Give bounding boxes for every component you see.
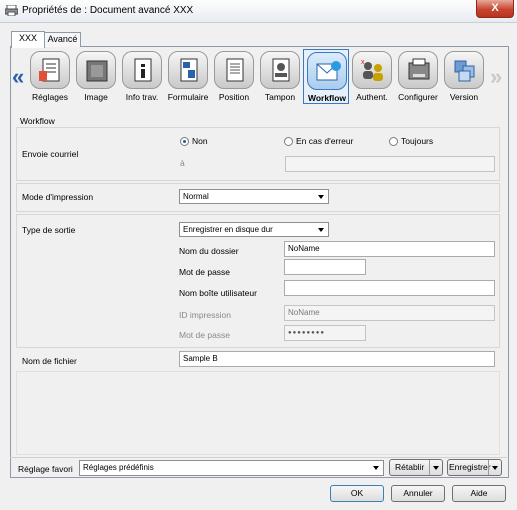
print-mode-select[interactable]: Normal <box>179 189 329 204</box>
tab-xxx[interactable]: XXX <box>11 31 45 48</box>
printer-icon <box>398 51 438 89</box>
position-icon <box>214 51 254 89</box>
stamp-icon <box>260 51 300 89</box>
email-radio-non[interactable] <box>180 137 189 146</box>
email-to-label: à <box>180 158 185 168</box>
email-label: Envoie courriel <box>22 149 79 159</box>
help-button[interactable]: Aide <box>452 485 506 502</box>
info-icon <box>122 51 162 89</box>
email-option-error: En cas d'erreur <box>296 136 354 146</box>
scroll-left-arrow[interactable]: « <box>12 64 24 90</box>
title-bar: Propriétés de : Document avancé XXX X <box>0 0 517 23</box>
chevron-down-icon <box>318 195 324 199</box>
email-to-field[interactable] <box>285 156 495 172</box>
password-field[interactable] <box>284 259 366 275</box>
print-id-label: ID impression <box>179 310 231 320</box>
folder-field[interactable]: NoName <box>284 241 495 257</box>
printer-title-icon <box>5 5 18 16</box>
print-password-field[interactable]: ●●●●●●●● <box>284 325 366 341</box>
favorites-value: Réglages prédéfinis <box>83 463 154 472</box>
cancel-button[interactable]: Annuler <box>391 485 445 502</box>
folder-label: Nom du dossier <box>179 246 239 256</box>
filename-label: Nom de fichier <box>22 356 77 366</box>
chevron-down-icon <box>318 228 324 232</box>
favorites-label: Réglage favori <box>18 464 73 474</box>
restore-button[interactable]: Rétablir <box>389 459 443 476</box>
toolbar-label: Version <box>449 92 479 102</box>
toolbar-tampon[interactable]: Tampon <box>257 49 303 104</box>
tab-avance[interactable]: Avancé <box>44 32 81 47</box>
userbox-label: Nom boîte utilisateur <box>179 288 257 298</box>
scroll-right-arrow[interactable]: » <box>490 64 502 90</box>
save-favorite-label: Enregistrer <box>449 462 491 472</box>
chevron-down-icon[interactable] <box>488 460 501 475</box>
empty-area <box>16 371 500 455</box>
email-option-non: Non <box>192 136 208 146</box>
chevron-down-icon[interactable] <box>429 460 442 475</box>
output-type-label: Type de sortie <box>22 225 76 235</box>
close-button[interactable]: X <box>476 0 514 18</box>
filename-field[interactable]: Sample B <box>179 351 495 367</box>
restore-label: Rétablir <box>395 462 425 472</box>
properties-window: Propriétés de : Document avancé XXX X XX… <box>0 0 517 510</box>
print-mode-value: Normal <box>183 192 209 201</box>
email-radio-always[interactable] <box>389 137 398 146</box>
email-option-always: Toujours <box>401 136 434 146</box>
form-icon <box>168 51 208 89</box>
save-favorite-button[interactable]: Enregistrer <box>447 459 502 476</box>
section-title: Workflow <box>20 116 55 126</box>
toolbar-version[interactable]: Version <box>441 49 487 104</box>
favorites-select[interactable]: Réglages prédéfinis <box>79 460 384 476</box>
window-title: Propriétés de : Document avancé XXX <box>22 5 194 16</box>
settings-icon <box>30 51 70 89</box>
users-icon: x <box>352 51 392 89</box>
print-mode-label: Mode d'impression <box>22 192 94 202</box>
svg-text:x: x <box>361 59 365 66</box>
image-icon <box>76 51 116 89</box>
email-radio-error[interactable] <box>284 137 293 146</box>
workflow-icon <box>307 52 347 90</box>
divider <box>10 457 507 458</box>
output-type-value: Enregistrer en disque dur <box>183 225 273 234</box>
print-id-field[interactable]: NoName <box>284 305 495 321</box>
ok-button[interactable]: OK <box>330 485 384 502</box>
password-label: Mot de passe <box>179 267 231 277</box>
output-type-select[interactable]: Enregistrer en disque dur <box>179 222 329 237</box>
userbox-field[interactable] <box>284 280 495 296</box>
print-password-label: Mot de passe <box>179 330 231 340</box>
chevron-down-icon <box>373 466 379 470</box>
version-icon <box>444 51 484 89</box>
